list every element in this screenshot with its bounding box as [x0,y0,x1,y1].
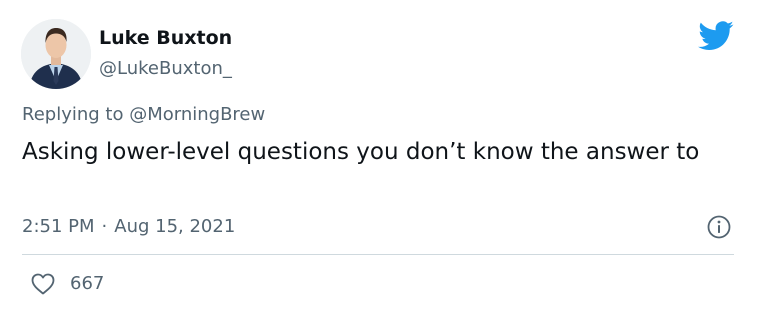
like-button[interactable]: 667 [30,272,104,296]
tweet-timestamp[interactable]: 2:51 PM · Aug 15, 2021 [22,215,235,239]
heart-icon [31,273,55,295]
timestamp-separator: · [101,216,108,237]
author-name[interactable]: Luke Buxton [99,27,232,49]
twitter-bird-icon[interactable] [698,21,734,51]
like-count: 667 [70,273,105,294]
avatar[interactable] [21,19,91,89]
avatar-photo [21,19,91,89]
tweet-text: Asking lower-level questions you don’t k… [22,139,700,165]
info-icon[interactable] [706,214,732,240]
tweet-time: 2:51 PM [22,216,95,237]
tweet-card: Luke Buxton @LukeBuxton_ Replying to @Mo… [0,0,758,311]
reply-context[interactable]: Replying to @MorningBrew [22,103,265,127]
divider [22,254,734,255]
author-handle[interactable]: @LukeBuxton_ [99,58,232,80]
tweet-date: Aug 15, 2021 [114,216,236,237]
